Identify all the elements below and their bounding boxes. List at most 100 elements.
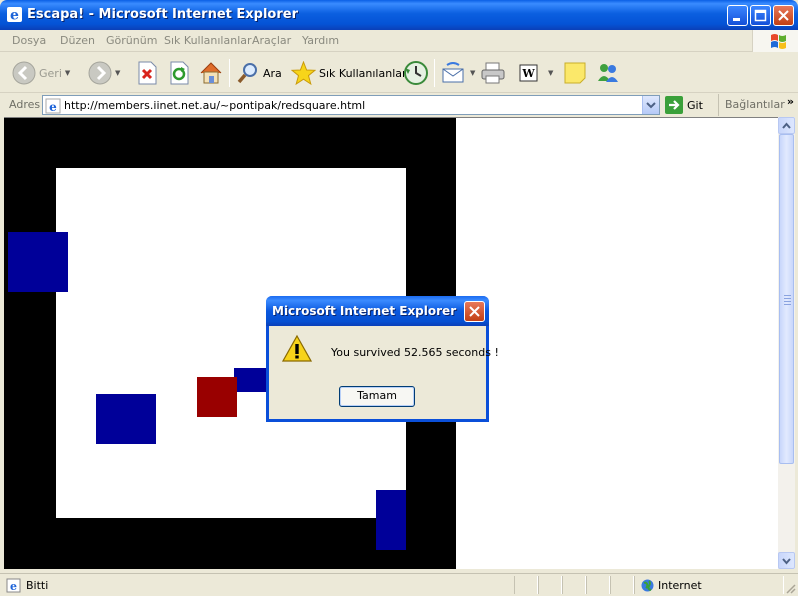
dialog-title: Microsoft Internet Explorer bbox=[272, 304, 457, 318]
menu-favorites[interactable]: Sık Kullanılanlar bbox=[164, 34, 252, 47]
zone-pane bbox=[634, 576, 784, 594]
status-bar: e Bitti Internet bbox=[0, 573, 798, 596]
discuss-button[interactable] bbox=[563, 57, 587, 89]
search-label: Ara bbox=[263, 66, 282, 80]
status-text: Bitti bbox=[26, 579, 49, 592]
maximize-icon bbox=[754, 9, 767, 22]
dialog-title-bar: Microsoft Internet Explorer bbox=[266, 296, 489, 326]
arrow-down-icon bbox=[782, 558, 791, 565]
standard-toolbar: Geri ▼ ▼ Ara Sık Kullanılanlar ▼ W ▼ bbox=[0, 53, 798, 93]
stop-button[interactable] bbox=[136, 57, 158, 89]
status-pane bbox=[514, 576, 538, 594]
arrow-up-icon bbox=[782, 122, 791, 129]
scroll-down-button[interactable] bbox=[778, 552, 795, 569]
dialog-close-button[interactable] bbox=[464, 301, 485, 322]
back-button[interactable]: Geri ▼ bbox=[12, 57, 70, 89]
status-pane bbox=[586, 576, 610, 594]
go-arrow-icon bbox=[665, 96, 683, 114]
minimize-icon bbox=[733, 18, 740, 21]
enemy-block bbox=[234, 368, 268, 392]
printer-icon bbox=[481, 62, 505, 84]
status-pane bbox=[562, 576, 586, 594]
edit-dropdown-icon[interactable]: ▼ bbox=[548, 69, 553, 77]
status-pane bbox=[538, 576, 562, 594]
messenger-icon bbox=[598, 64, 618, 82]
page-icon: e bbox=[45, 98, 61, 114]
menu-help[interactable]: Yardım bbox=[302, 34, 339, 47]
resize-grip-icon[interactable] bbox=[784, 582, 796, 594]
menu-file[interactable]: Dosya bbox=[12, 34, 46, 47]
mail-icon bbox=[442, 62, 464, 83]
player-red-square[interactable] bbox=[197, 377, 237, 417]
search-icon bbox=[237, 63, 257, 84]
address-url[interactable]: http://members.iinet.net.au/~pontipak/re… bbox=[64, 99, 365, 112]
close-icon bbox=[469, 306, 480, 317]
menu-tools[interactable]: Araçlar bbox=[252, 34, 291, 47]
history-icon bbox=[404, 61, 428, 85]
favorites-button[interactable]: Sık Kullanılanlar bbox=[291, 57, 407, 89]
chevron-down-icon bbox=[646, 102, 656, 109]
address-input[interactable]: e http://members.iinet.net.au/~pontipak/… bbox=[42, 95, 660, 115]
thumb-grip bbox=[784, 301, 791, 302]
enemy-block bbox=[8, 232, 68, 292]
toolbar-separator bbox=[434, 59, 435, 87]
windows-flag-icon bbox=[771, 34, 786, 49]
alert-dialog: Microsoft Internet Explorer You survived… bbox=[266, 296, 499, 422]
chevron-right-icon[interactable]: » bbox=[787, 95, 794, 108]
links-toolbar[interactable]: Bağlantılar » bbox=[718, 94, 798, 116]
vertical-scrollbar[interactable] bbox=[778, 117, 795, 569]
close-button[interactable] bbox=[773, 5, 794, 26]
home-icon bbox=[200, 62, 222, 84]
messenger-button[interactable] bbox=[595, 57, 621, 89]
refresh-button[interactable] bbox=[168, 57, 190, 89]
forward-button[interactable]: ▼ bbox=[88, 57, 120, 89]
menu-edit[interactable]: Düzen bbox=[60, 34, 95, 47]
back-dropdown-icon[interactable]: ▼ bbox=[65, 69, 70, 77]
thumb-grip bbox=[784, 298, 791, 299]
mail-button[interactable]: ▼ bbox=[441, 57, 475, 89]
minimize-button[interactable] bbox=[727, 5, 748, 26]
address-bar: Adres e http://members.iinet.net.au/~pon… bbox=[0, 94, 798, 116]
scroll-up-button[interactable] bbox=[778, 117, 795, 134]
mail-dropdown-icon[interactable]: ▼ bbox=[470, 69, 475, 77]
search-button[interactable]: Ara bbox=[236, 57, 282, 89]
edit-button[interactable]: W ▼ bbox=[518, 57, 553, 89]
toolbar-separator bbox=[229, 59, 230, 87]
history-button[interactable] bbox=[403, 57, 429, 89]
menu-view[interactable]: Görünüm bbox=[106, 34, 157, 47]
security-zone: Internet bbox=[658, 579, 702, 592]
menu-bar: Dosya Düzen Görünüm Sık Kullanılanlar Ar… bbox=[0, 30, 798, 52]
go-button[interactable]: Git bbox=[665, 95, 703, 115]
enemy-block bbox=[376, 490, 406, 550]
maximize-button[interactable] bbox=[750, 5, 771, 26]
back-label: Geri bbox=[39, 66, 62, 80]
note-icon bbox=[564, 62, 586, 84]
close-icon bbox=[778, 10, 789, 21]
page-done-icon: e bbox=[6, 578, 21, 593]
globe-icon bbox=[641, 579, 654, 592]
forward-arrow-icon bbox=[88, 61, 112, 85]
enemy-block bbox=[96, 394, 156, 444]
links-label: Bağlantılar bbox=[725, 98, 785, 111]
stop-icon bbox=[138, 61, 157, 85]
scroll-thumb[interactable] bbox=[779, 134, 794, 464]
status-pane bbox=[610, 576, 634, 594]
ok-button[interactable]: Tamam bbox=[339, 386, 415, 407]
title-bar: e Escapa! - Microsoft Internet Explorer bbox=[0, 0, 798, 30]
print-button[interactable] bbox=[480, 57, 506, 89]
go-label: Git bbox=[687, 98, 703, 112]
address-dropdown-button[interactable] bbox=[642, 96, 659, 114]
refresh-icon bbox=[170, 61, 189, 85]
dialog-message: You survived 52.565 seconds ! bbox=[331, 346, 499, 359]
window-title: Escapa! - Microsoft Internet Explorer bbox=[27, 7, 299, 22]
favorites-star-icon bbox=[291, 60, 316, 85]
thumb-grip bbox=[784, 295, 791, 296]
forward-dropdown-icon[interactable]: ▼ bbox=[115, 69, 120, 77]
windows-logo bbox=[752, 30, 798, 52]
warning-icon bbox=[282, 334, 312, 362]
home-button[interactable] bbox=[198, 57, 224, 89]
address-label: Adres bbox=[9, 98, 41, 111]
svg-text:e: e bbox=[10, 8, 19, 24]
svg-text:e: e bbox=[10, 580, 17, 593]
favorites-label: Sık Kullanılanlar bbox=[319, 66, 407, 80]
